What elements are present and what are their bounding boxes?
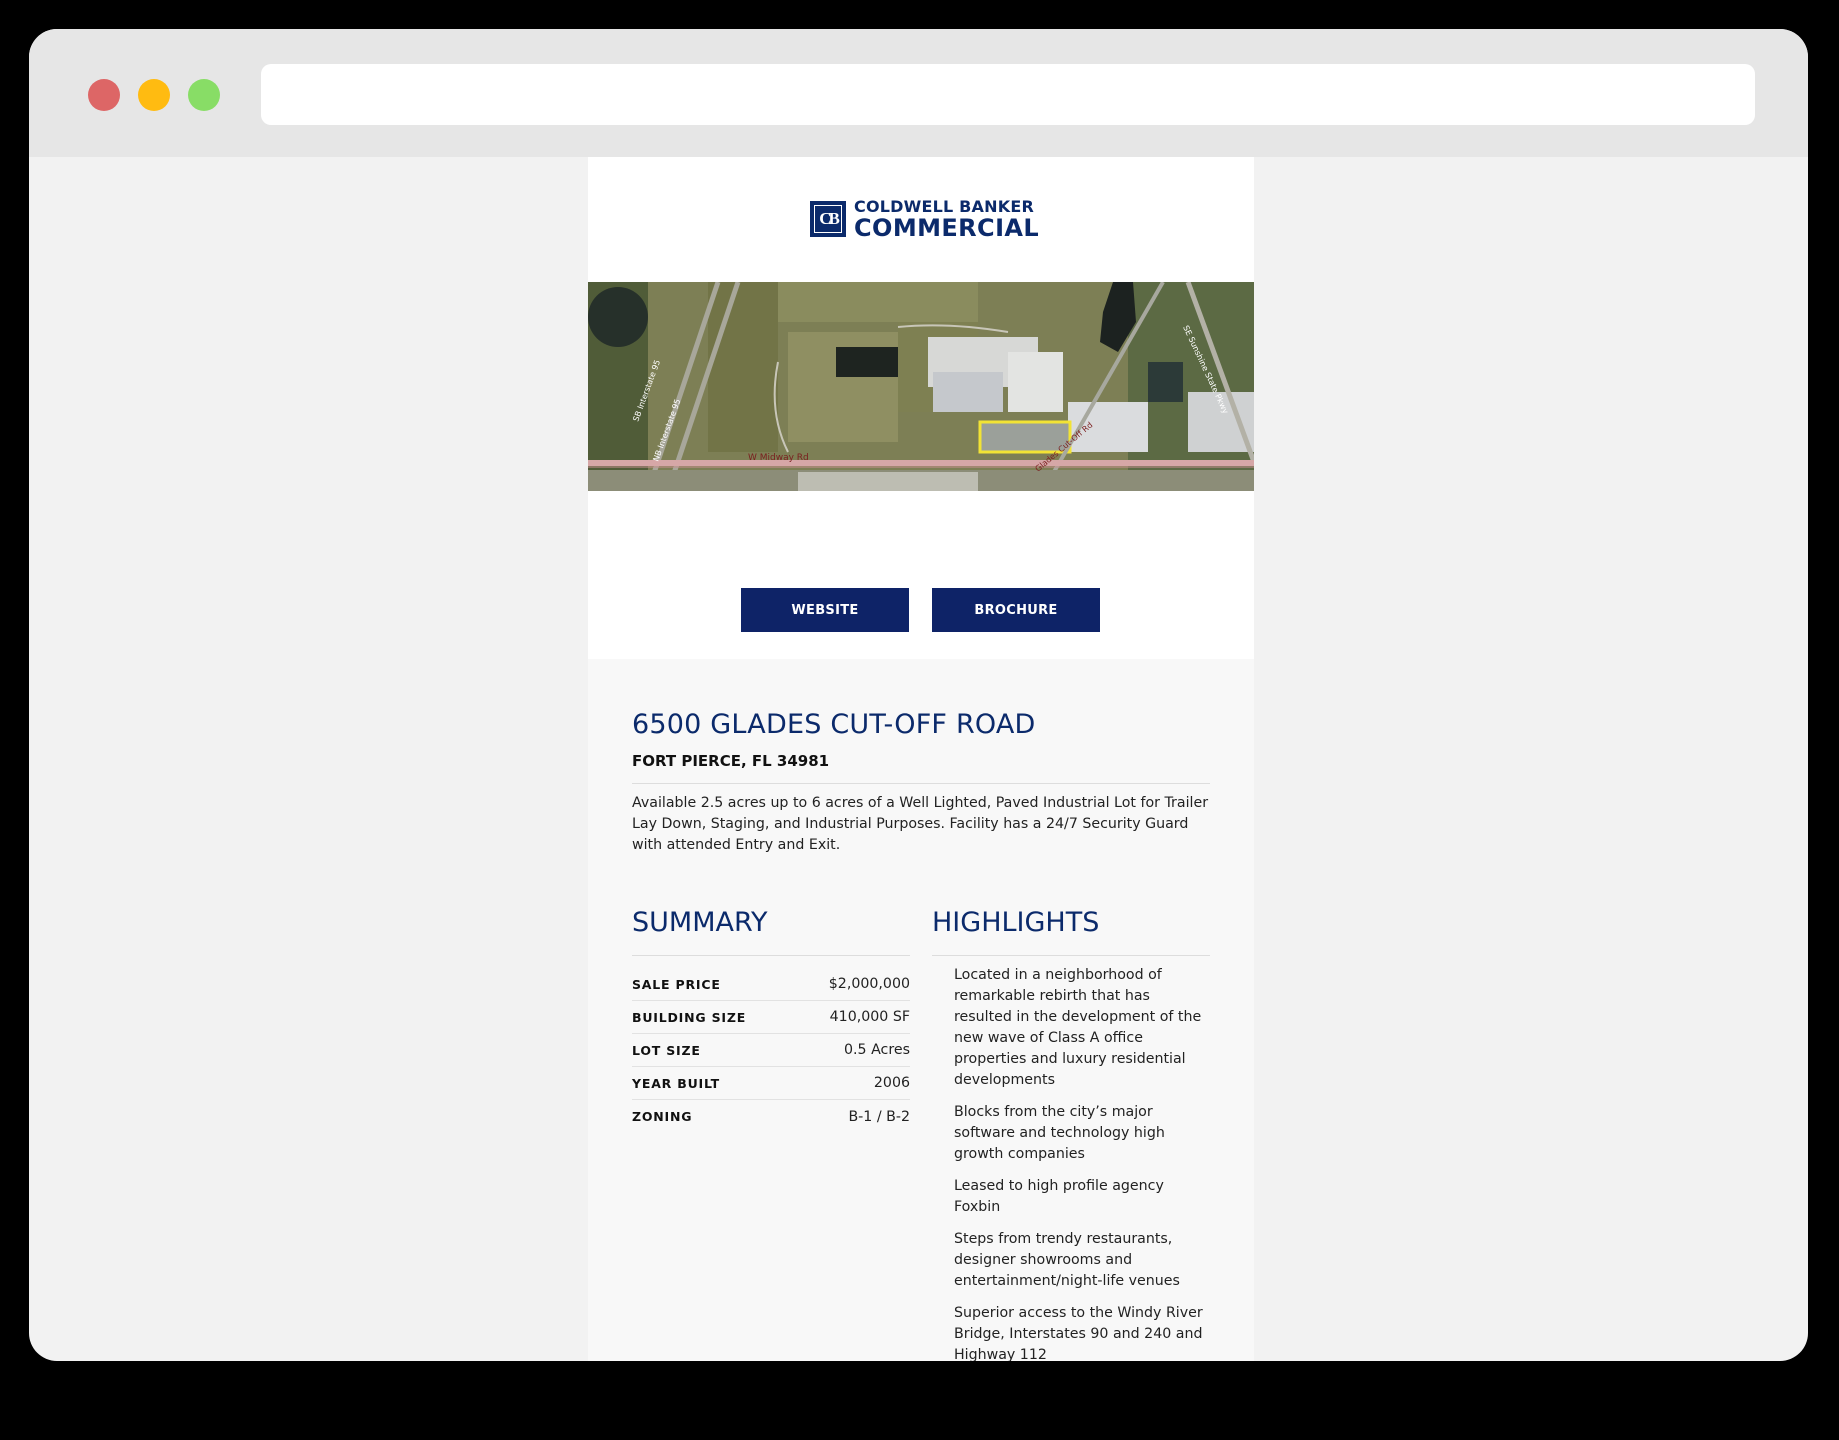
address-bar[interactable] xyxy=(261,64,1755,125)
logo-line-2: COMMERCIAL xyxy=(854,213,1040,242)
highlights-divider xyxy=(932,955,1210,956)
summary-heading: SUMMARY xyxy=(632,907,768,938)
highlight-item: Located in a neighborhood of remarkable … xyxy=(954,967,1202,1088)
logo-line-1: COLDWELL BANKER xyxy=(854,196,1034,216)
property-city: FORT PIERCE, FL 34981 xyxy=(632,752,830,770)
property-address: 6500 GLADES CUT-OFF ROAD xyxy=(632,709,1036,740)
highlight-item: Steps from trendy restaurants, designer … xyxy=(954,1231,1180,1289)
highlight-item: Superior access to the Windy River Bridg… xyxy=(954,1305,1203,1361)
property-description: Available 2.5 acres up to 6 acres of a W… xyxy=(632,795,1209,853)
browser-titlebar xyxy=(29,29,1808,157)
svg-text:W Midway Rd: W Midway Rd xyxy=(748,453,809,463)
highlight-item: Leased to high profile agency Foxbin xyxy=(954,1178,1164,1215)
highlight-item: Blocks from the city’s major software an… xyxy=(954,1104,1165,1162)
email-header: CB COLDWELL BANKER COMMERCIAL W Midway R… xyxy=(588,157,1254,659)
summary-label: BUILDING SIZE xyxy=(632,1009,747,1025)
summary-value: 410,000 SF xyxy=(829,1009,910,1025)
summary-row-sale-price: SALE PRICE $2,000,000 xyxy=(632,968,910,1001)
close-window-button[interactable] xyxy=(88,79,120,111)
divider xyxy=(632,783,1210,784)
summary-value: $2,000,000 xyxy=(828,976,910,992)
cb-logo-icon: CB xyxy=(810,201,846,237)
summary-label: LOT SIZE xyxy=(632,1042,701,1058)
summary-table: SALE PRICE $2,000,000 BUILDING SIZE 410,… xyxy=(632,968,910,1133)
summary-row-zoning: ZONING B-1 / B-2 xyxy=(632,1100,910,1133)
summary-divider xyxy=(632,955,910,956)
website-button[interactable]: WEBSITE xyxy=(741,588,909,632)
coldwell-banker-logo: CB COLDWELL BANKER COMMERCIAL xyxy=(810,196,1040,242)
summary-row-lot-size: LOT SIZE 0.5 Acres xyxy=(632,1034,910,1067)
summary-row-year-built: YEAR BUILT 2006 xyxy=(632,1067,910,1100)
logo-text: COLDWELL BANKER COMMERCIAL xyxy=(854,196,1040,242)
email-body: CB COLDWELL BANKER COMMERCIAL W Midway R… xyxy=(588,157,1254,1361)
summary-row-building-size: BUILDING SIZE 410,000 SF xyxy=(632,1001,910,1034)
summary-label: ZONING xyxy=(632,1109,693,1124)
summary-value: 2006 xyxy=(873,1075,910,1091)
browser-window: CB COLDWELL BANKER COMMERCIAL W Midway R… xyxy=(29,29,1808,1361)
minimize-window-button[interactable] xyxy=(138,79,170,111)
maximize-window-button[interactable] xyxy=(188,79,220,111)
summary-value: 0.5 Acres xyxy=(844,1042,910,1058)
aerial-map-graphic: W Midway Rd Glades Cut-Off Rd SB Interst… xyxy=(588,282,1254,491)
brochure-button[interactable]: BROCHURE xyxy=(932,588,1100,632)
aerial-map-image: W Midway Rd Glades Cut-Off Rd SB Interst… xyxy=(588,282,1254,491)
highlights-list: Located in a neighborhood of remarkable … xyxy=(954,965,1210,1361)
summary-label: SALE PRICE xyxy=(632,976,721,992)
summary-label: YEAR BUILT xyxy=(632,1075,720,1091)
summary-value: B-1 / B-2 xyxy=(848,1108,910,1125)
highlights-heading: HIGHLIGHTS xyxy=(932,907,1100,938)
